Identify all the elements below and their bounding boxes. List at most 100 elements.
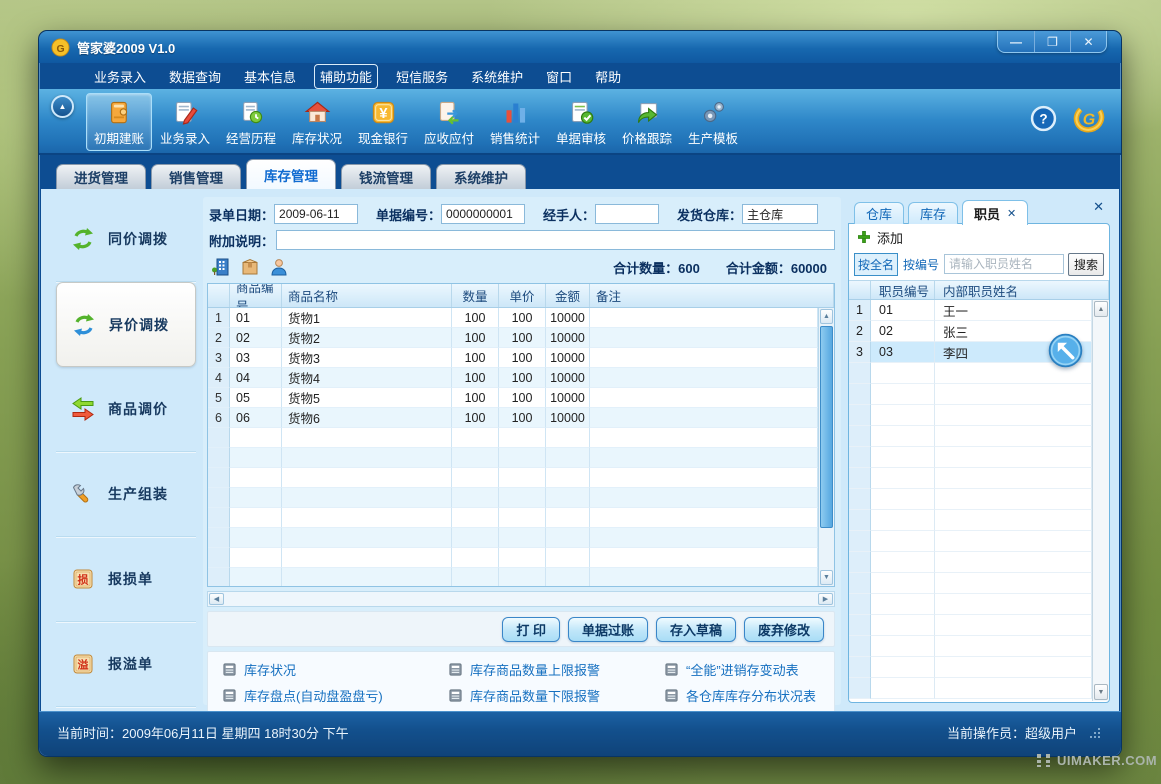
report-link[interactable]: 库存商品数量上限报警 xyxy=(448,660,664,679)
staff-vertical-scrollbar[interactable]: ▲ ▼ xyxy=(1092,300,1109,701)
menu-item[interactable]: 辅助功能 xyxy=(314,64,378,89)
sidebar-item[interactable]: 同价调拨 xyxy=(56,197,196,282)
table-row[interactable] xyxy=(208,548,818,568)
post-doc-button[interactable]: 单据过账 xyxy=(568,617,648,642)
staff-row[interactable] xyxy=(849,405,1092,426)
toolbar-item[interactable]: 库存状况 xyxy=(284,93,350,151)
table-row[interactable] xyxy=(208,448,818,468)
staff-row[interactable] xyxy=(849,531,1092,552)
horizontal-scrollbar[interactable]: ◀ ▶ xyxy=(207,591,835,607)
panel-tab[interactable]: 职员✕ xyxy=(962,200,1028,225)
staff-search-input[interactable] xyxy=(944,254,1064,274)
toolbar-item[interactable]: 初期建账 xyxy=(86,93,152,151)
table-row[interactable]: 303货物310010010000 xyxy=(208,348,818,368)
handler-input[interactable] xyxy=(595,204,659,224)
module-tab[interactable]: 销售管理 xyxy=(151,164,241,189)
table-row[interactable]: 404货物410010010000 xyxy=(208,368,818,388)
scroll-down-button[interactable]: ▼ xyxy=(1094,684,1108,700)
toolbar-item[interactable]: 销售统计 xyxy=(482,93,548,151)
report-link[interactable]: 库存商品数量下限报警 xyxy=(448,686,664,705)
toolbar-item[interactable]: 业务录入 xyxy=(152,93,218,151)
table-row[interactable]: 101货物110010010000 xyxy=(208,308,818,328)
table-row[interactable]: 606货物610010010000 xyxy=(208,408,818,428)
save-draft-button[interactable]: 存入草稿 xyxy=(656,617,736,642)
staff-row[interactable] xyxy=(849,489,1092,510)
person-icon[interactable] xyxy=(269,257,289,277)
scroll-right-button[interactable]: ▶ xyxy=(818,593,833,605)
staff-row[interactable]: 101王一 xyxy=(849,300,1092,321)
search-by-name-toggle[interactable]: 按全名 xyxy=(854,253,898,276)
scroll-up-button[interactable]: ▲ xyxy=(820,309,833,324)
discard-changes-button[interactable]: 废弃修改 xyxy=(744,617,824,642)
sidebar-item[interactable]: 损报损单 xyxy=(56,537,196,622)
module-tab[interactable]: 钱流管理 xyxy=(341,164,431,189)
module-tab[interactable]: 库存管理 xyxy=(246,159,336,189)
sidebar-item[interactable]: 溢报溢单 xyxy=(56,622,196,707)
staff-row[interactable] xyxy=(849,615,1092,636)
panel-tab[interactable]: 库存 xyxy=(908,202,958,224)
staff-row[interactable] xyxy=(849,384,1092,405)
scroll-left-button[interactable]: ◀ xyxy=(209,593,224,605)
building-icon[interactable] xyxy=(211,257,231,277)
staff-row[interactable] xyxy=(849,678,1092,699)
toolbar-item[interactable]: 生产模板 xyxy=(680,93,746,151)
toolbar-item[interactable]: 经营历程 xyxy=(218,93,284,151)
note-input[interactable] xyxy=(276,230,835,250)
help-icon[interactable]: ? xyxy=(1030,105,1057,132)
report-link[interactable]: 库存盘点(自动盘盈盘亏) xyxy=(222,686,448,705)
staff-row[interactable] xyxy=(849,594,1092,615)
sidebar-item[interactable]: 异价调拨 xyxy=(56,282,196,367)
staff-row[interactable] xyxy=(849,468,1092,489)
panel-tab[interactable]: 仓库 xyxy=(854,202,904,224)
staff-row[interactable] xyxy=(849,426,1092,447)
menu-item[interactable]: 窗口 xyxy=(541,65,577,88)
date-input[interactable] xyxy=(274,204,358,224)
staff-row[interactable] xyxy=(849,510,1092,531)
table-row[interactable] xyxy=(208,428,818,448)
table-row[interactable]: 202货物210010010000 xyxy=(208,328,818,348)
sidebar-item[interactable]: 商品调价 xyxy=(56,367,196,452)
panel-close-icon[interactable]: ✕ xyxy=(1093,199,1104,215)
minimize-button[interactable]: — xyxy=(998,31,1034,52)
toolbar-item[interactable]: 应收应付 xyxy=(416,93,482,151)
table-row[interactable]: 505货物510010010000 xyxy=(208,388,818,408)
scrollbar-thumb[interactable] xyxy=(820,326,833,528)
module-tab[interactable]: 进货管理 xyxy=(56,164,146,189)
table-row[interactable] xyxy=(208,468,818,488)
doc-no-input[interactable] xyxy=(441,204,525,224)
staff-row[interactable] xyxy=(849,636,1092,657)
warehouse-input[interactable] xyxy=(742,204,818,224)
sidebar-item[interactable]: 生产组装 xyxy=(56,452,196,537)
table-row[interactable] xyxy=(208,568,818,586)
module-tab[interactable]: 系统维护 xyxy=(436,164,526,189)
menu-item[interactable]: 数据查询 xyxy=(164,65,226,88)
staff-row[interactable] xyxy=(849,447,1092,468)
menu-item[interactable]: 基本信息 xyxy=(239,65,301,88)
menu-item[interactable]: 业务录入 xyxy=(89,65,151,88)
add-row[interactable]: 添加 xyxy=(849,224,1109,250)
menu-item[interactable]: 系统维护 xyxy=(466,65,528,88)
report-link[interactable]: 库存状况 xyxy=(222,660,448,679)
maximize-button[interactable]: ❐ xyxy=(1034,31,1070,52)
resize-grip-icon[interactable] xyxy=(1089,726,1101,738)
print-button[interactable]: 打 印 xyxy=(502,617,560,642)
close-button[interactable]: ✕ xyxy=(1070,31,1106,52)
menu-item[interactable]: 短信服务 xyxy=(391,65,453,88)
toolbar-item[interactable]: 价格跟踪 xyxy=(614,93,680,151)
staff-row[interactable] xyxy=(849,552,1092,573)
table-row[interactable] xyxy=(208,508,818,528)
staff-row[interactable] xyxy=(849,657,1092,678)
search-by-code-toggle[interactable]: 按编号 xyxy=(902,254,940,275)
table-row[interactable] xyxy=(208,528,818,548)
scroll-up-button[interactable]: ▲ xyxy=(1094,301,1108,317)
staff-row[interactable] xyxy=(849,573,1092,594)
report-link[interactable]: “全能”进销存变动表 xyxy=(664,660,834,679)
collapse-toolbar-button[interactable]: ▲ xyxy=(51,95,74,118)
menu-item[interactable]: 帮助 xyxy=(590,65,626,88)
carton-icon[interactable] xyxy=(240,257,260,277)
vertical-scrollbar[interactable]: ▲ ▼ xyxy=(818,308,834,586)
toolbar-item[interactable]: 单据审核 xyxy=(548,93,614,151)
search-button[interactable]: 搜索 xyxy=(1068,253,1104,276)
toolbar-item[interactable]: ¥现金银行 xyxy=(350,93,416,151)
table-row[interactable] xyxy=(208,488,818,508)
